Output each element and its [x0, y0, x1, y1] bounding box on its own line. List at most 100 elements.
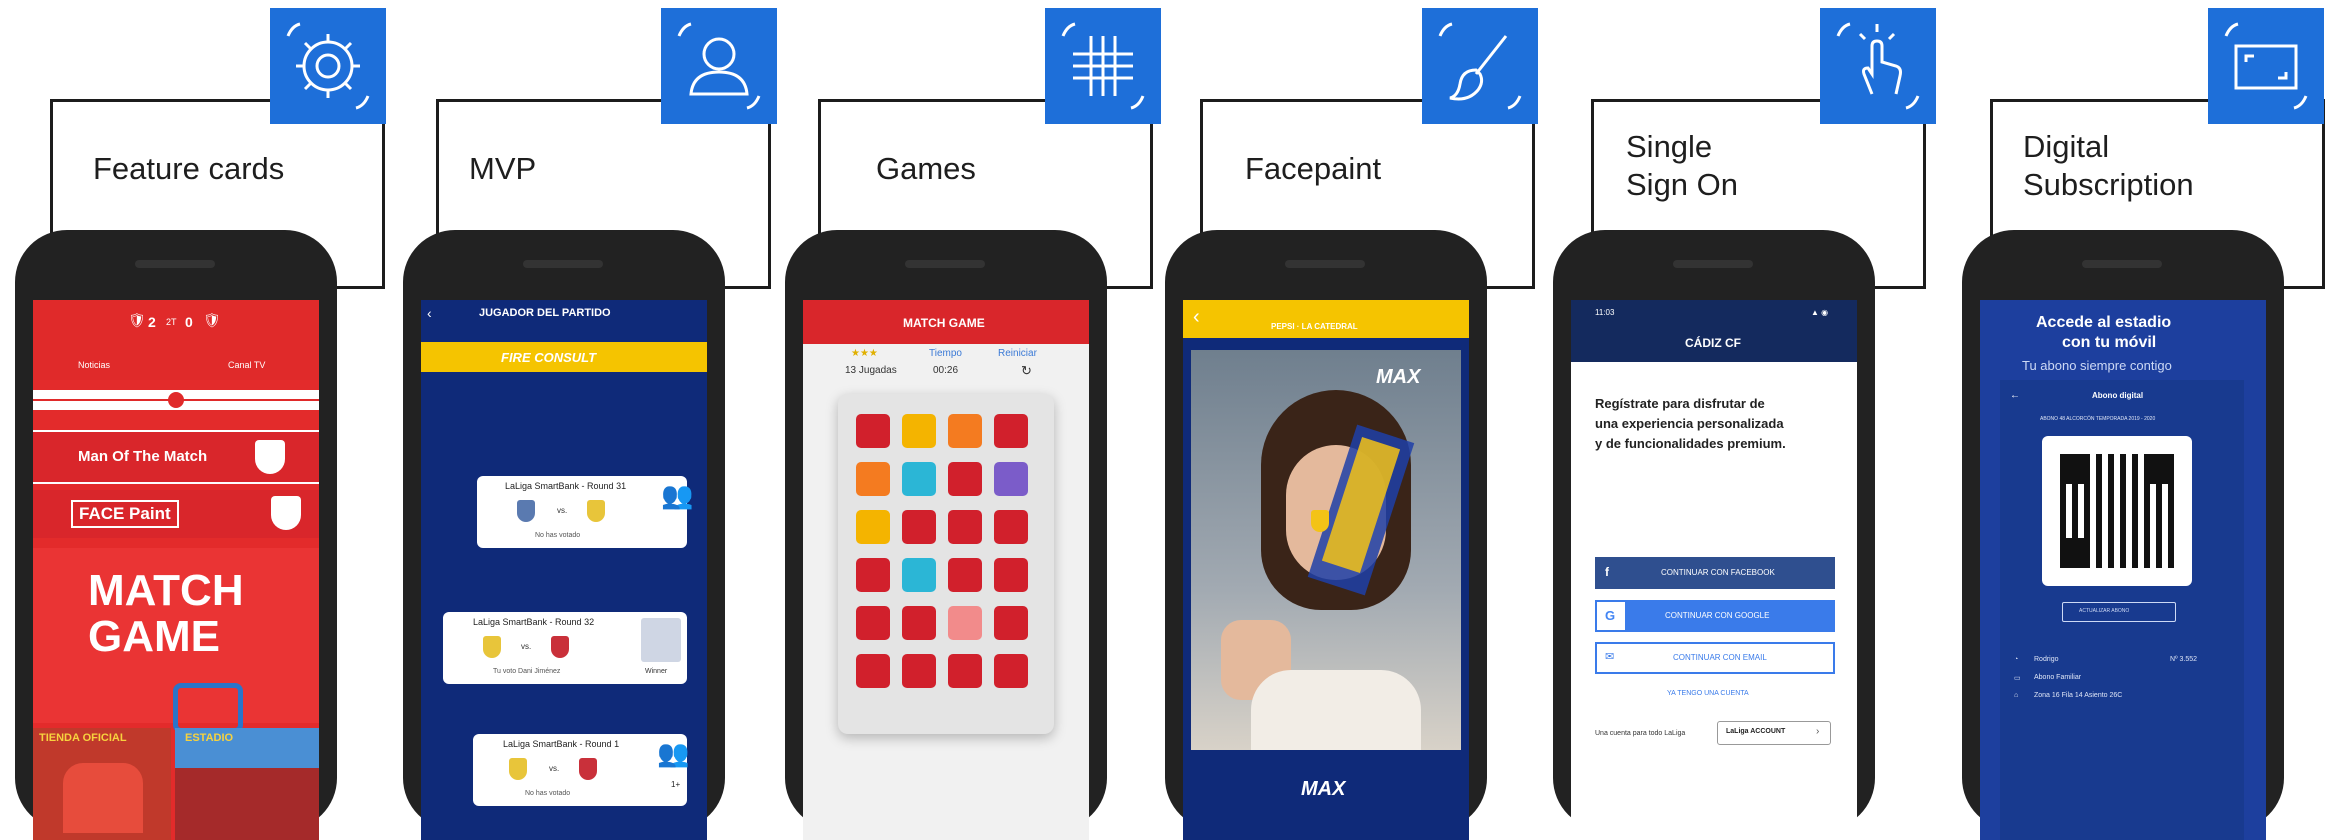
laliga-account-button[interactable]: LaLiga ACCOUNT › [1717, 721, 1831, 745]
user-icon [677, 22, 761, 110]
thumb-shop[interactable]: TIENDA OFICIAL [33, 728, 171, 840]
memory-tile[interactable] [948, 558, 982, 592]
card-game-label: GAME [88, 612, 220, 661]
panel-label: MVP [469, 151, 537, 186]
phone-games: MATCH GAME ★★★ Tiempo Reiniciar 13 Jugad… [785, 230, 1107, 840]
match-status: No has votado [535, 532, 581, 539]
memory-tile[interactable] [856, 414, 890, 448]
panel-mvp: MVP ‹ JUGADOR DEL PARTIDO FIRE CONSULT L… [403, 0, 783, 840]
memory-tile[interactable] [902, 510, 936, 544]
restart-icon[interactable]: ↻ [1021, 363, 1032, 379]
memory-tile[interactable] [948, 510, 982, 544]
sponsor-label: FIRE CONSULT [501, 350, 597, 365]
memory-tile[interactable] [902, 606, 936, 640]
back-arrow-icon[interactable]: ← [2010, 390, 2020, 401]
back-arrow-icon[interactable]: ‹ [1193, 306, 1200, 329]
memory-tile[interactable] [856, 558, 890, 592]
vote-group-icon[interactable]: 👥 [657, 738, 697, 772]
pepsi-max-footer-logo: MAX [1301, 778, 1346, 800]
pepsi-max-logo: MAX [1376, 366, 1421, 388]
memory-tile[interactable] [948, 462, 982, 496]
memory-tile[interactable] [856, 462, 890, 496]
google-login-button[interactable]: G CONTINUAR CON GOOGLE [1595, 600, 1835, 632]
user-icon-box [661, 8, 777, 124]
memory-tile[interactable] [902, 558, 936, 592]
memory-tile[interactable] [902, 654, 936, 688]
card-face-paint[interactable]: FACE Paint [33, 490, 319, 538]
club-crest-icon [168, 392, 184, 408]
panel-feature-cards: Feature cards 🛡 2 2T 0 🛡 Noticias Canal … [15, 0, 395, 840]
phone-speaker [1673, 260, 1753, 268]
divider-band [33, 390, 319, 410]
phone-sso: 11:03 ▲ ◉ CÁDIZ CF Regístrate para disfr… [1553, 230, 1875, 840]
facepaint-header-label: PEPSI · LA CATEDRAL [1271, 322, 1358, 331]
chevron-right-icon: › [1816, 726, 1820, 737]
phone-speaker [905, 260, 985, 268]
nav-news[interactable]: Noticias [78, 360, 110, 370]
subscription-screen: Accede al estadio con tu móvil Tu abono … [1980, 300, 2266, 840]
mvp-title: JUGADOR DEL PARTIDO [479, 307, 611, 319]
panel-label: Facepaint [1245, 151, 1382, 186]
team-crest-icon [483, 636, 501, 658]
laliga-button-label: LaLiga ACCOUNT [1726, 728, 1786, 735]
memory-tile[interactable] [948, 414, 982, 448]
facebook-login-button[interactable]: f CONTINUAR CON FACEBOOK [1595, 557, 1835, 589]
match-card[interactable]: LaLiga SmartBank - Round 1 vs. No has vo… [473, 734, 687, 806]
ticket-icon: ▭ [2014, 675, 2021, 682]
sso-screen: 11:03 ▲ ◉ CÁDIZ CF Regístrate para disfr… [1571, 300, 1857, 840]
tap-hand-icon-box [1820, 8, 1936, 124]
time-label: Tiempo [929, 348, 962, 359]
have-account-link[interactable]: YA TENGO UNA CUENTA [1667, 690, 1749, 697]
memory-tile[interactable] [948, 654, 982, 688]
memory-tile[interactable] [856, 654, 890, 688]
memory-tile[interactable] [994, 414, 1028, 448]
back-arrow-icon[interactable]: ‹ [427, 305, 432, 321]
gear-icon-box [270, 8, 386, 124]
sponsor-banner: FIRE CONSULT [421, 342, 707, 372]
memory-tile[interactable] [994, 654, 1028, 688]
facebook-button-label: CONTINUAR CON FACEBOOK [1661, 568, 1775, 577]
crest-sticker [1311, 510, 1329, 532]
player-photo [641, 618, 681, 662]
frame-icon-box [2208, 8, 2324, 124]
vote-badge: 1+ [671, 522, 681, 531]
google-icon: G [1597, 602, 1625, 630]
memory-tile[interactable] [994, 510, 1028, 544]
phone-subscription: Accede al estadio con tu móvil Tu abono … [1962, 230, 2284, 840]
restart-label[interactable]: Reiniciar [998, 348, 1037, 359]
card-facepaint-label: FACE Paint [71, 500, 179, 528]
email-login-button[interactable]: ✉ CONTINUAR CON EMAIL [1595, 642, 1835, 674]
card-man-of-the-match[interactable]: Man Of The Match [33, 430, 319, 484]
sso-msg-2: una experiencia personalizada [1595, 416, 1784, 431]
thumb-stadium[interactable]: ESTADIO [175, 728, 319, 840]
sso-msg-1: Regístrate para disfrutar de [1595, 396, 1765, 411]
phone-graphic [173, 683, 243, 733]
match-card[interactable]: LaLiga SmartBank - Round 32 vs. Tu voto … [443, 612, 687, 684]
match-card[interactable]: LaLiga SmartBank - Round 31 vs. No has v… [477, 476, 687, 548]
match-vs: vs. [549, 764, 560, 773]
games-screen: MATCH GAME ★★★ Tiempo Reiniciar 13 Jugad… [803, 300, 1089, 840]
facepaint-screen: ‹ PEPSI · LA CATEDRAL MAX MAX [1183, 300, 1469, 840]
card-match-game[interactable]: MATCH GAME [33, 548, 319, 733]
subscription-type: Abono Familiar [2034, 674, 2082, 681]
update-subscription-button[interactable]: ACTUALIZAR ABONO [2062, 602, 2176, 622]
games-header: MATCH GAME [803, 300, 1089, 344]
memory-tile[interactable] [994, 462, 1028, 496]
score-header: 🛡 2 2T 0 🛡 Noticias Canal TV [33, 300, 319, 380]
vote-group-icon[interactable]: 👥 [661, 480, 701, 514]
memory-tile[interactable] [856, 510, 890, 544]
panel-label: Digital Subscription [2023, 129, 2194, 202]
memory-tile[interactable] [994, 558, 1028, 592]
memory-tile[interactable] [902, 462, 936, 496]
google-button-label: CONTINUAR CON GOOGLE [1665, 611, 1770, 620]
score-home: 2 [148, 314, 156, 330]
memory-tile[interactable] [994, 606, 1028, 640]
panel-label: Feature cards [93, 151, 285, 186]
nav-tv[interactable]: Canal TV [228, 360, 265, 370]
time-value: 00:26 [933, 365, 959, 376]
memory-tile[interactable] [902, 414, 936, 448]
sub-title-2: con tu móvil [2062, 334, 2157, 351]
memory-tile[interactable] [948, 606, 982, 640]
memory-tile[interactable] [856, 606, 890, 640]
update-button-label: ACTUALIZAR ABONO [2079, 608, 2130, 614]
